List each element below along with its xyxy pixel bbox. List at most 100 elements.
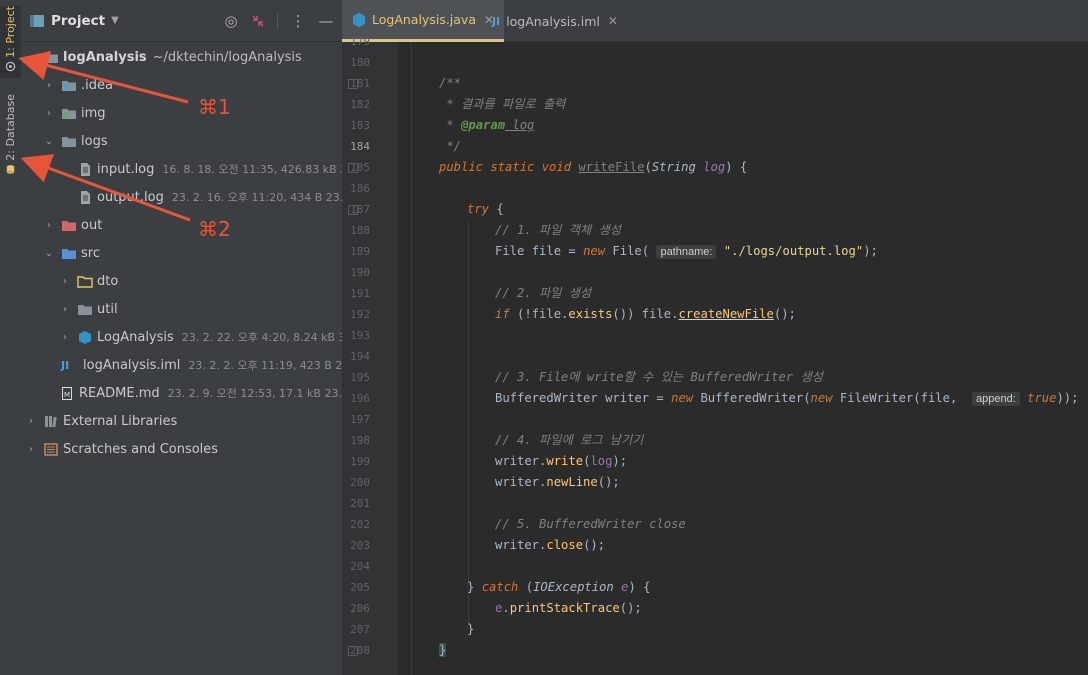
fold-marker-icon[interactable] (348, 79, 358, 89)
line-number: 184 (350, 140, 370, 153)
database-tool-tab[interactable]: 2: Database (0, 94, 21, 178)
database-tool-tab-label: 2: Database (4, 94, 17, 161)
chevron-right-icon[interactable]: › (43, 108, 55, 119)
locate-icon[interactable]: ◎ (223, 12, 239, 30)
collapse-icon[interactable] (251, 14, 265, 28)
scratches-icon (44, 442, 58, 456)
tab-loganalysis-iml[interactable]: JI logAnalysis.iml ✕ (482, 0, 628, 42)
package-icon (78, 304, 92, 315)
code-line-205: e.printStackTrace(); (495, 601, 642, 615)
tree-item-external-libraries[interactable]: › External Libraries (21, 407, 342, 435)
line-number: 202 (350, 518, 370, 531)
code-editor[interactable]: /** * 결과를 파일로 출력 * @param log */ public … (398, 42, 1088, 675)
code-line-202: writer.close(); (495, 538, 606, 552)
line-number: 192 (350, 308, 370, 321)
tree-item-path: ~/dktechin/logAnalysis (152, 49, 302, 65)
code-line-201: // 5. BufferedWriter close (495, 517, 686, 531)
code-line-180: /** (439, 76, 462, 90)
package-icon (77, 275, 93, 288)
chevron-down-icon[interactable]: ⌄ (43, 248, 55, 259)
tree-item-label: out (81, 217, 103, 233)
code-line-183: */ (439, 139, 462, 153)
tree-item-logs[interactable]: ⌄ logs (21, 127, 342, 155)
code-line-182: * @param log (439, 118, 535, 132)
tree-item-img[interactable]: › img (21, 99, 342, 127)
chevron-right-icon[interactable]: › (43, 220, 55, 231)
tree-item-label: util (97, 301, 118, 317)
chevron-down-icon[interactable]: ⌄ (25, 52, 37, 63)
tree-item-output-log[interactable]: output.log 23. 2. 16. 오후 11:20, 434 B 23… (21, 183, 342, 211)
chevron-right-icon[interactable]: › (59, 304, 71, 315)
tree-item-loganalysis-class[interactable]: › LogAnalysis 23. 2. 22. 오후 4:20, 8.24 k… (21, 323, 342, 351)
tool-window-strip: 1: Project 2: Database (0, 0, 22, 675)
tree-item-idea[interactable]: › .idea (21, 71, 342, 99)
chevron-right-icon[interactable]: › (59, 332, 71, 343)
log-file-icon (81, 162, 90, 176)
tree-item-label: dto (97, 273, 119, 289)
tree-item-label: logAnalysis.iml (83, 357, 181, 373)
tree-item-util[interactable]: › util (21, 295, 342, 323)
chevron-right-icon[interactable]: › (25, 444, 37, 455)
code-line-197: // 4. 파일에 로그 남기기 (495, 433, 644, 447)
line-number: 203 (350, 539, 370, 552)
code-line-184: public static void writeFile(String log)… (439, 160, 748, 174)
markdown-file-icon: M (62, 386, 72, 400)
folder-icon (62, 108, 76, 119)
line-number: 197 (350, 413, 370, 426)
chevron-down-icon[interactable]: ⌄ (43, 136, 55, 147)
line-number: 201 (350, 497, 370, 510)
parameter-hint: append: (972, 392, 1020, 406)
line-number: 188 (350, 224, 370, 237)
code-line-190: // 2. 파일 생성 (495, 286, 592, 300)
libraries-icon (45, 415, 57, 427)
tree-item-label: README.md (79, 385, 160, 401)
line-number: 189 (350, 245, 370, 258)
line-number-gutter: 179 180 181 182 183 184 185 186 187 188 189 190 191 1… (342, 35, 398, 675)
line-number: 180 (350, 56, 370, 69)
chevron-right-icon[interactable]: › (25, 416, 37, 427)
project-panel-title[interactable]: Project (51, 13, 105, 29)
minimize-icon[interactable]: — (318, 12, 334, 30)
project-tool-tab[interactable]: 1: Project (0, 6, 21, 78)
database-icon (6, 164, 15, 174)
tree-item-label: Scratches and Consoles (63, 441, 219, 457)
tree-item-root[interactable]: ⌄ logAnalysis ~/dktechin/logAnalysis (21, 43, 342, 71)
fold-marker-icon[interactable] (348, 646, 358, 656)
chevron-down-icon[interactable]: ▼ (111, 15, 119, 26)
fold-marker-icon[interactable] (348, 205, 358, 215)
tree-item-label: .idea (81, 77, 113, 93)
line-number: 206 (350, 602, 370, 615)
code-line-188: File file = new File( pathname: "./logs/… (495, 244, 878, 259)
tree-item-label: logAnalysis (63, 49, 147, 65)
line-number: 182 (350, 98, 370, 111)
line-number: 191 (350, 287, 370, 300)
tree-item-src[interactable]: ⌄ src (21, 239, 342, 267)
code-line-195: BufferedWriter writer = new BufferedWrit… (495, 391, 1079, 406)
tree-item-label: img (81, 105, 106, 121)
tree-item-out[interactable]: › out (21, 211, 342, 239)
line-number: 179 (350, 35, 370, 48)
project-panel: Project ▼ ◎ ⋮ — ⌄ logAnalysis ~/dktechin… (21, 0, 342, 675)
tree-item-iml[interactable]: JI logAnalysis.iml 23. 2. 2. 오후 11:19, 4… (21, 351, 342, 379)
line-number: 196 (350, 392, 370, 405)
tree-item-meta: 16. 8. 18. 오전 11:35, 426.83 kB 23. 2. (162, 163, 342, 176)
close-icon[interactable]: ✕ (608, 14, 618, 28)
tree-item-readme[interactable]: M README.md 23. 2. 9. 오전 12:53, 17.1 kB … (21, 379, 342, 407)
tree-item-meta: 23. 2. 16. 오후 11:20, 434 B 23. 2. 9. (171, 191, 342, 204)
tree-item-dto[interactable]: › dto (21, 267, 342, 295)
code-line-191: if (!file.exists()) file.createNewFile()… (495, 307, 796, 321)
line-number: 205 (350, 581, 370, 594)
fold-marker-icon[interactable] (348, 163, 358, 173)
chevron-right-icon[interactable]: › (43, 80, 55, 91)
indent-guide (468, 220, 469, 630)
tree-item-label: logs (81, 133, 108, 149)
header-divider (277, 12, 278, 29)
more-vert-icon[interactable]: ⋮ (290, 12, 306, 30)
tree-item-scratches[interactable]: › Scratches and Consoles (21, 435, 342, 463)
project-panel-header: Project ▼ ◎ ⋮ — (21, 0, 342, 42)
tab-label: logAnalysis.iml (506, 13, 600, 29)
tree-item-label: src (81, 245, 100, 261)
code-line-199: writer.newLine(); (495, 475, 620, 489)
chevron-right-icon[interactable]: › (59, 276, 71, 287)
tree-item-input-log[interactable]: input.log 16. 8. 18. 오전 11:35, 426.83 kB… (21, 155, 342, 183)
